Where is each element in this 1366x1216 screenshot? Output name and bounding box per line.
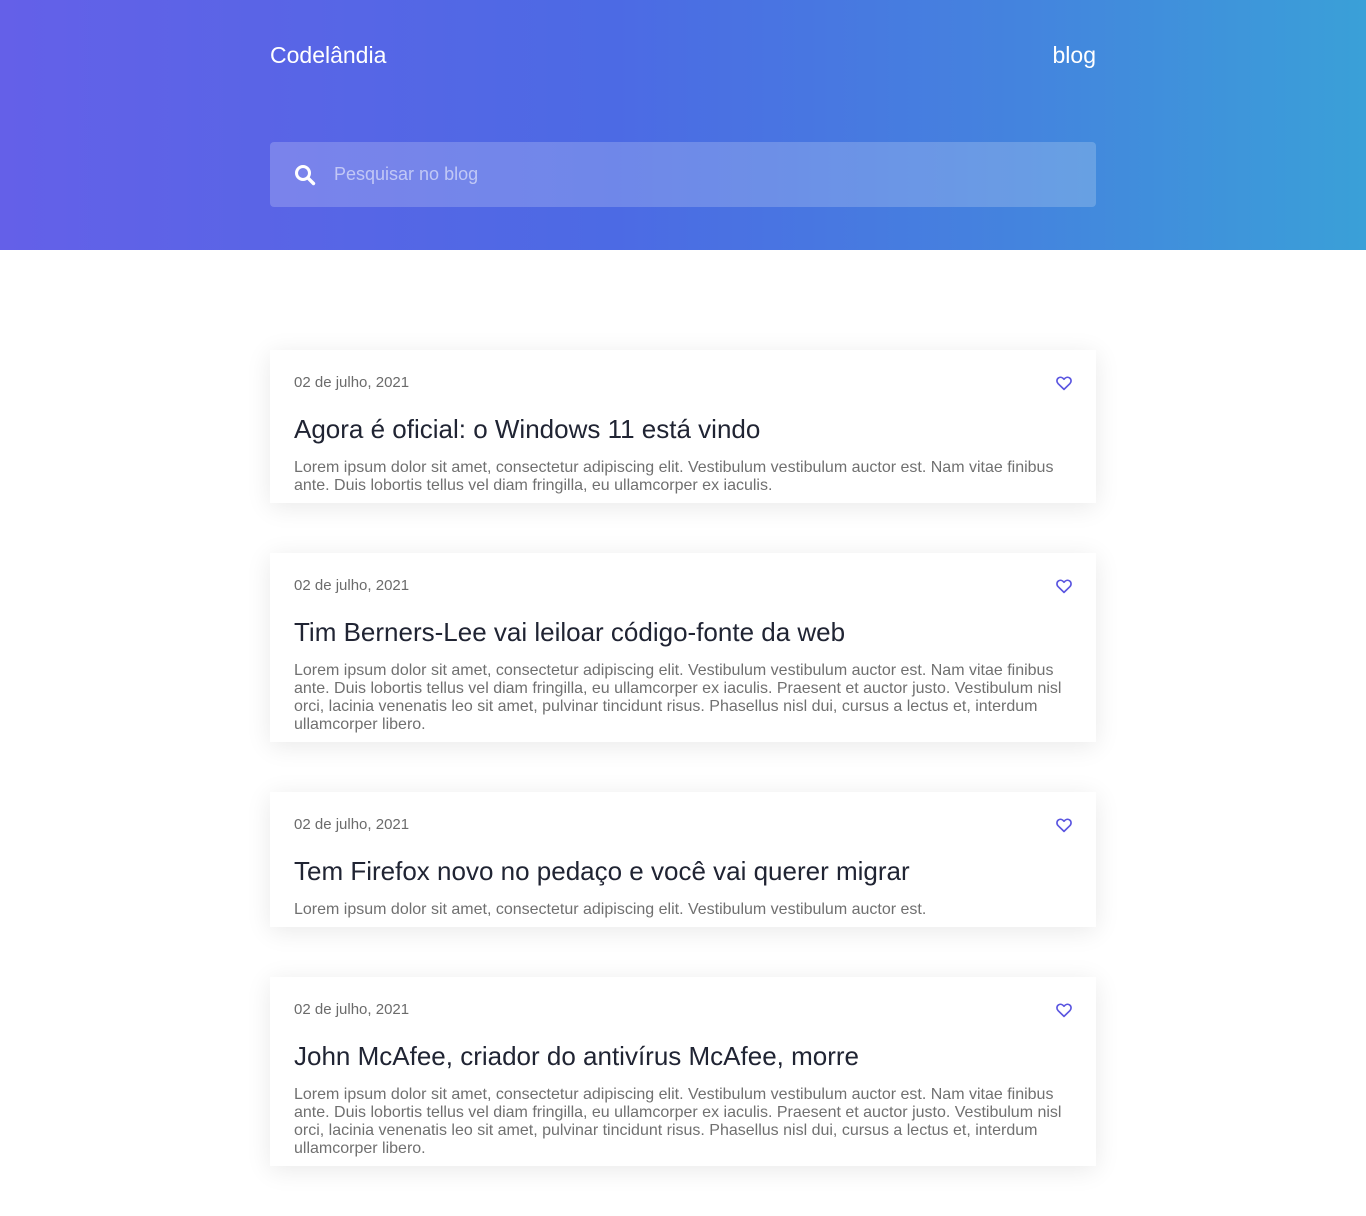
post-date: 02 de julho, 2021 [294,374,410,391]
search-icon[interactable] [293,163,317,187]
post-date: 02 de julho, 2021 [294,1001,410,1018]
post-title[interactable]: Agora é oficial: o Windows 11 está vindo [294,414,1072,444]
search-input[interactable] [334,142,1074,207]
post-excerpt: Lorem ipsum dolor sit amet, consectetur … [294,901,927,918]
post-date: 02 de julho, 2021 [294,816,410,833]
hero-header: Codelândia blog [0,0,1366,250]
post-title[interactable]: John McAfee, criador do antivírus McAfee… [294,1041,1072,1071]
post-excerpt: Lorem ipsum dolor sit amet, consectetur … [294,662,1062,733]
post-excerpt: Lorem ipsum dolor sit amet, consectetur … [294,1086,1062,1157]
heart-icon[interactable] [1055,1001,1073,1019]
post-date: 02 de julho, 2021 [294,577,410,594]
post-card[interactable]: 02 de julho, 2021 Tem Firefox novo no pe… [270,792,1096,927]
heart-icon[interactable] [1055,816,1073,834]
brand-logo[interactable]: Codelândia [270,40,386,70]
post-card[interactable]: 02 de julho, 2021 Agora é oficial: o Win… [270,350,1096,503]
post-title[interactable]: Tim Berners-Lee vai leiloar código-fonte… [294,617,1072,647]
post-card[interactable]: 02 de julho, 2021 John McAfee, criador d… [270,977,1096,1166]
post-title[interactable]: Tem Firefox novo no pedaço e você vai qu… [294,856,1072,886]
post-card[interactable]: 02 de julho, 2021 Tim Berners-Lee vai le… [270,553,1096,742]
nav-link-blog[interactable]: blog [1053,40,1096,70]
heart-icon[interactable] [1055,374,1073,392]
search-bar [270,142,1096,207]
post-excerpt: Lorem ipsum dolor sit amet, consectetur … [294,459,1054,494]
heart-icon[interactable] [1055,577,1073,595]
